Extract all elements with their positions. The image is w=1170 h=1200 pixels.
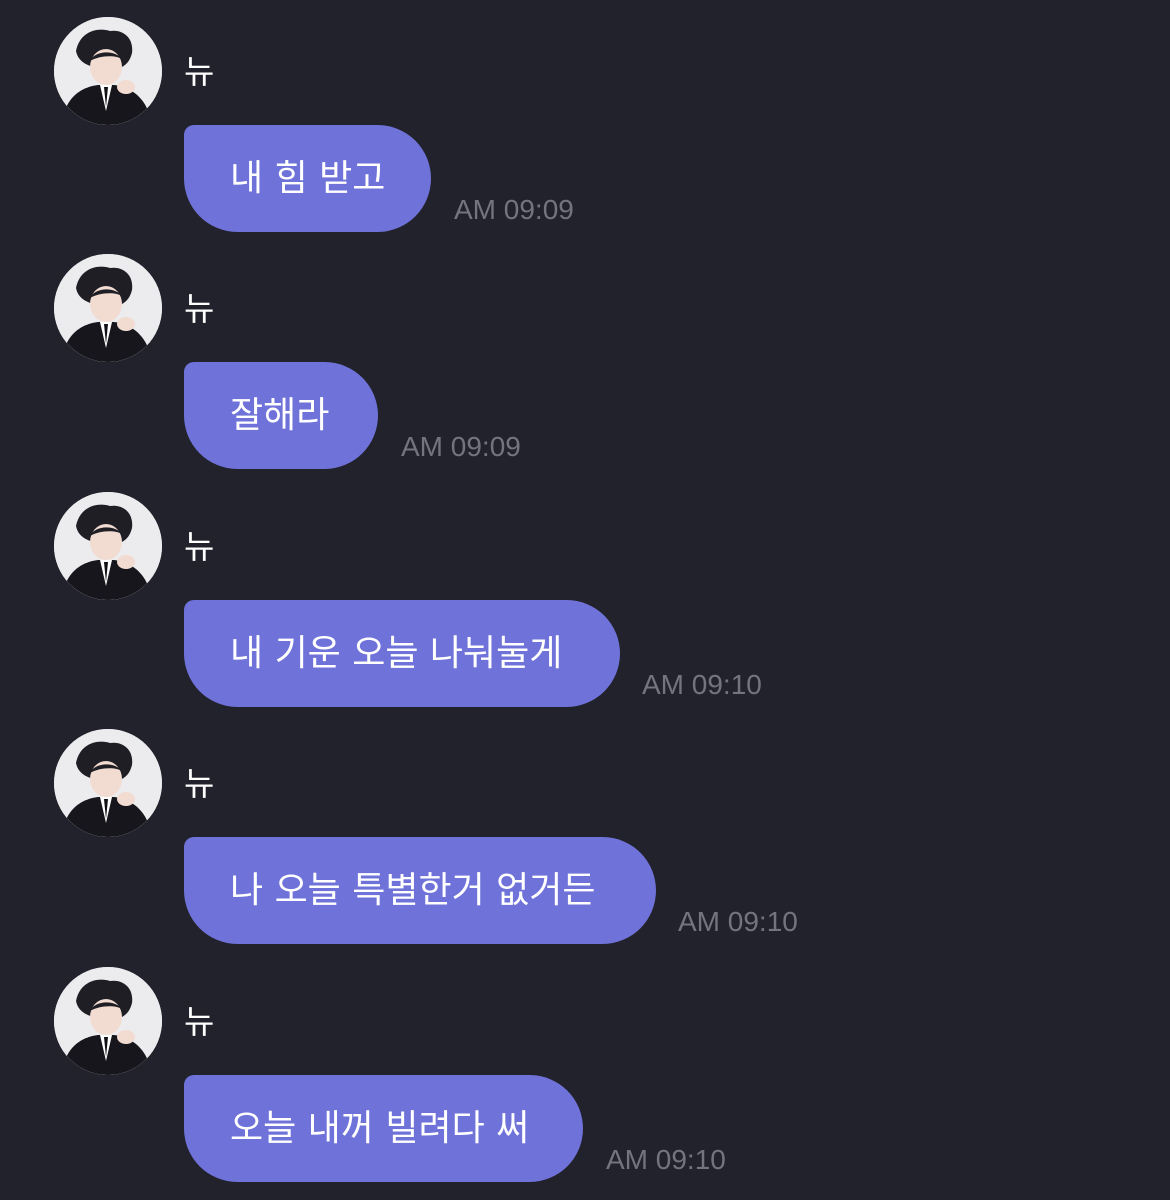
message-timestamp: AM 09:09 xyxy=(454,194,574,225)
avatar[interactable] xyxy=(54,492,162,600)
message-timestamp: AM 09:10 xyxy=(678,906,798,937)
sender-name: 뉴 xyxy=(184,764,215,803)
avatar[interactable] xyxy=(54,729,162,837)
sender-name: 뉴 xyxy=(184,289,215,328)
message-row: 뉴 오늘 내꺼 빌려다 써 AM 09:10 xyxy=(0,950,1170,1187)
avatar[interactable] xyxy=(54,17,162,125)
message-timestamp: AM 09:10 xyxy=(642,669,762,700)
sender-name: 뉴 xyxy=(184,527,215,566)
sender-name: 뉴 xyxy=(184,52,215,91)
message-timestamp: AM 09:10 xyxy=(606,1144,726,1175)
chat-message-list: 뉴 내 힘 받고 AM 09:09 뉴 잘해라 AM 09:09 뉴 내 기운 … xyxy=(0,0,1170,1200)
message-bubble[interactable]: 내 기운 오늘 나눠눌게 xyxy=(184,600,620,707)
avatar[interactable] xyxy=(54,254,162,362)
message-bubble[interactable]: 나 오늘 특별한거 없거든 xyxy=(184,837,656,944)
message-bubble[interactable]: 내 힘 받고 xyxy=(184,125,431,232)
message-row: 뉴 잘해라 AM 09:09 xyxy=(0,237,1170,474)
sender-name: 뉴 xyxy=(184,1002,215,1041)
message-row: 뉴 나 오늘 특별한거 없거든 AM 09:10 xyxy=(0,712,1170,949)
message-bubble[interactable]: 잘해라 xyxy=(184,362,378,469)
message-row: 뉴 내 힘 받고 AM 09:09 xyxy=(0,0,1170,237)
avatar[interactable] xyxy=(54,967,162,1075)
message-bubble[interactable]: 오늘 내꺼 빌려다 써 xyxy=(184,1075,583,1182)
message-row: 뉴 내 기운 오늘 나눠눌게 AM 09:10 xyxy=(0,475,1170,712)
message-timestamp: AM 09:09 xyxy=(401,431,521,462)
